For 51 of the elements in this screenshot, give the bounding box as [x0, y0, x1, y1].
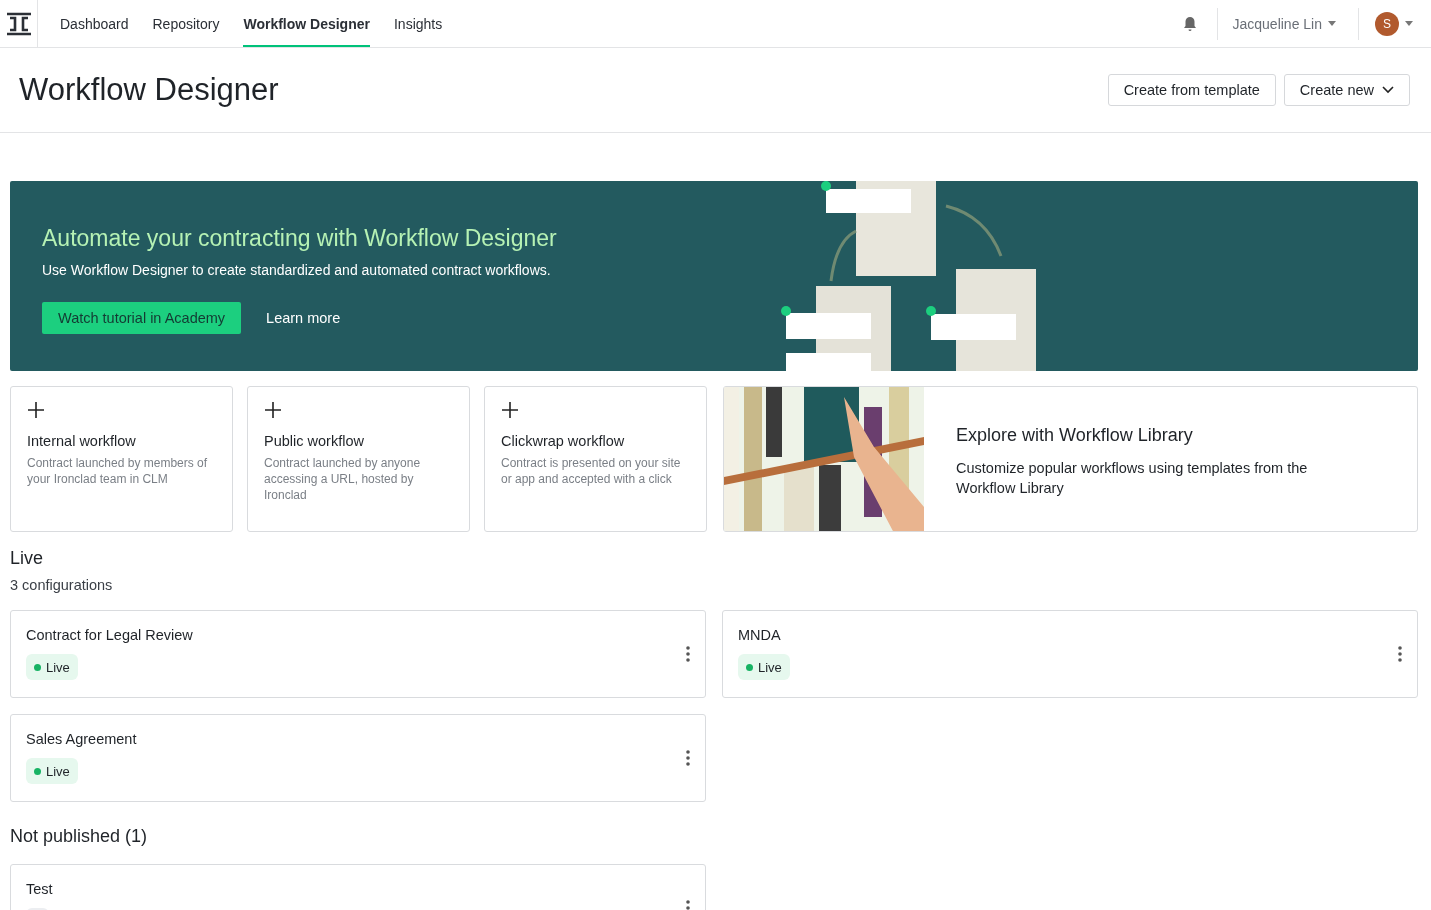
page-title: Workflow Designer [19, 72, 279, 108]
card-title: Public workflow [264, 433, 365, 449]
plus-icon [501, 401, 519, 419]
workflow-type-card[interactable]: Internal workflow Contract launched by members of your Ironclad team in CLM [10, 386, 233, 532]
library-card[interactable]: Explore with Workflow Library Customize popular workflows using templates from the Workflow Library [723, 386, 1418, 532]
avatar: S [1375, 11, 1399, 36]
bell-icon[interactable] [1183, 15, 1198, 32]
workflow-card[interactable]: Contract for Legal Review Live [10, 610, 706, 698]
card-title: Clickwrap workflow [501, 433, 626, 449]
workflow-type-card[interactable]: Public workflow Contract launched by anyone accessing a URL, hosted by Ironclad [247, 386, 470, 532]
nav-tab[interactable]: Insights [393, 0, 443, 47]
card-text: Contract is presented on your site or app and accepted with a click [501, 455, 682, 487]
section-title: Not published (1) [10, 826, 149, 847]
more-icon[interactable] [1398, 646, 1402, 662]
card-text: Customize popular workflows using templates from the Workflow Library [956, 459, 1309, 498]
banner-text: Use Workflow Designer to create standardized and automated contract workflows. [42, 262, 552, 278]
workflow-card[interactable]: Sales Agreement Live [10, 714, 706, 802]
caret-icon [1405, 21, 1413, 26]
create-new-button[interactable]: Create new [1283, 74, 1410, 106]
workflow-name: Contract for Legal Review [26, 627, 193, 643]
workflow-type-card[interactable]: Clickwrap workflow Contract is presented on your site or app and accepted with a click [484, 386, 707, 532]
plus-icon [264, 401, 282, 419]
section-count: 3 configurations [10, 577, 114, 593]
more-icon[interactable] [686, 750, 690, 766]
logo-icon[interactable] [6, 11, 31, 36]
workflow-name: Sales Agreement [26, 731, 137, 747]
user-menu[interactable]: Jacqueline Lin [1218, 15, 1358, 32]
nav-tab[interactable]: Workflow Designer [243, 0, 370, 47]
card-text: Contract launched by anyone accessing a URL, hosted by Ironclad [264, 455, 422, 503]
card-title: Explore with Workflow Library [956, 425, 1194, 446]
workflow-card[interactable]: MNDA Live [722, 610, 1418, 698]
avatar-menu[interactable]: S [1359, 11, 1431, 36]
workflow-name: Test [26, 881, 53, 897]
tutorial-button[interactable]: Watch tutorial in Academy [42, 302, 242, 334]
card-title: Internal workflow [27, 433, 137, 449]
template-button[interactable]: Create from template [1107, 74, 1276, 106]
nav-tab[interactable]: Dashboard [60, 0, 129, 47]
more-icon[interactable] [686, 646, 690, 662]
banner-title: Automate your contracting with Workflow Designer [42, 225, 557, 252]
chevron-icon [1382, 86, 1394, 94]
status-badge: Live [26, 654, 78, 680]
status-badge: Live [26, 758, 78, 784]
workflow-card[interactable]: Test [10, 864, 706, 910]
plus-icon [27, 401, 45, 419]
section-title: Live [10, 548, 45, 569]
learn-more-link[interactable]: Learn more [266, 310, 341, 326]
status-badge: Live [738, 654, 790, 680]
workflow-name: MNDA [738, 627, 782, 643]
nav-tab[interactable]: Repository [152, 0, 220, 47]
caret-icon [1328, 21, 1336, 26]
card-text: Contract launched by members of your Ironclad team in CLM [27, 455, 209, 487]
